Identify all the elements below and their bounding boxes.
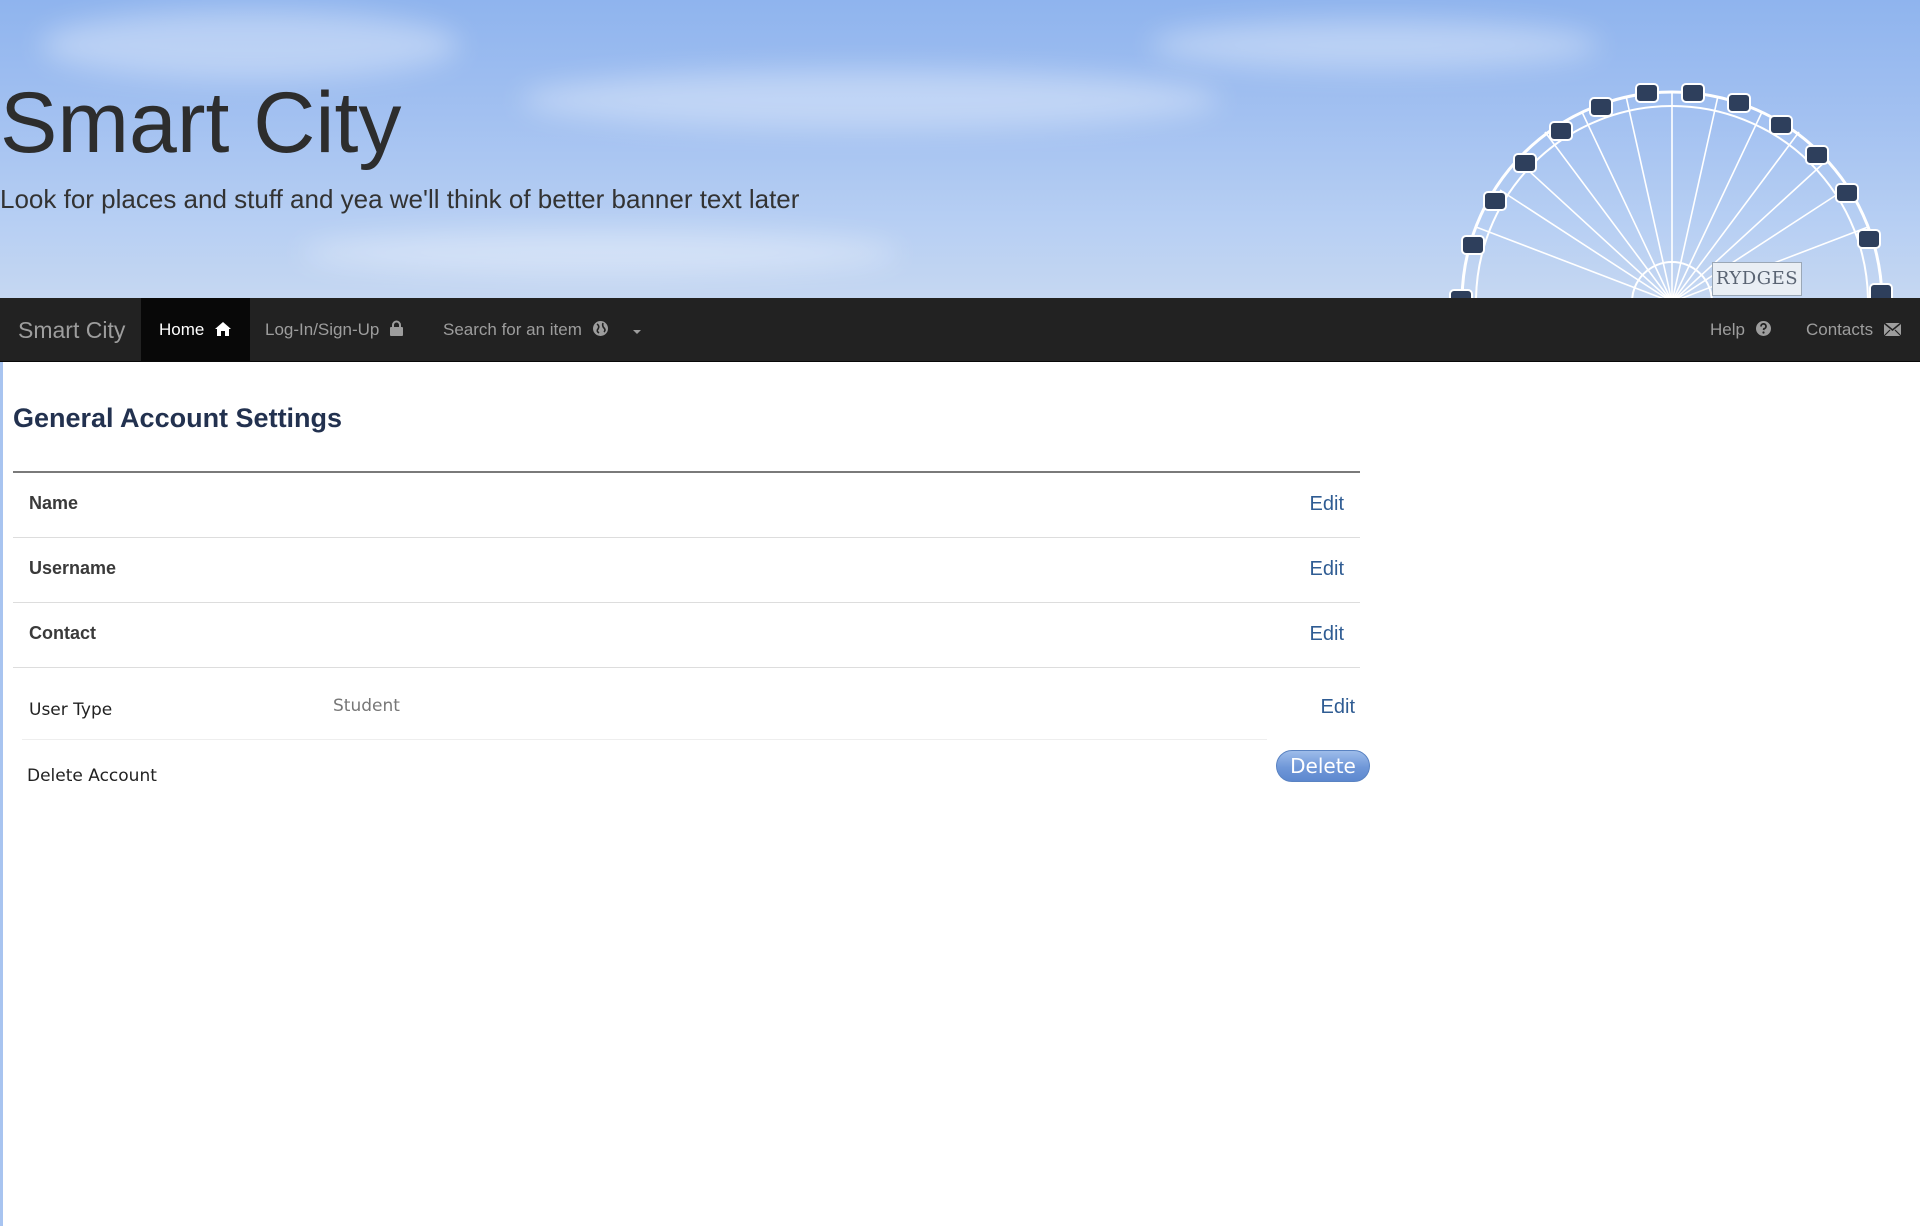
row-label: User Type (29, 700, 113, 720)
settings-row-delete-account: Delete Account (22, 740, 1267, 800)
nav-item-label: Log-In/Sign-Up (265, 320, 380, 339)
settings-row-contact: Contact Edit (13, 603, 1360, 668)
home-icon (215, 322, 232, 336)
nav-item-search-dropdown[interactable]: Search for an item (425, 298, 661, 362)
nav-item-label: Contacts (1806, 320, 1874, 339)
settings-title: General Account Settings (13, 403, 343, 433)
question-circle-icon (1755, 321, 1771, 336)
hero-banner: Smart City Look for places and stuff and… (0, 0, 1920, 298)
row-label: Username (29, 558, 117, 578)
nav-item-help[interactable]: Help (1692, 298, 1790, 362)
delete-account-button[interactable]: Delete (1276, 750, 1370, 782)
nav-item-home[interactable]: Home (141, 298, 251, 362)
nav-item-contacts[interactable]: Contacts (1788, 298, 1920, 362)
settings-row-name: Name Edit (13, 473, 1360, 538)
row-label: Name (29, 493, 79, 513)
nav-item-login-signup[interactable]: Log-In/Sign-Up (247, 298, 422, 362)
edit-user-type-link[interactable]: Edit (1321, 696, 1355, 719)
edit-username-link[interactable]: Edit (1310, 558, 1344, 581)
cloud (1150, 20, 1600, 70)
row-value: Student (333, 696, 400, 716)
envelope-icon (1883, 322, 1902, 337)
globe-icon (592, 321, 608, 336)
nav-item-label: Home (159, 320, 205, 339)
edit-name-link[interactable]: Edit (1310, 493, 1344, 516)
lock-icon (390, 320, 404, 336)
left-accent-border (0, 362, 3, 1226)
cloud (40, 10, 460, 80)
caret-down-icon (633, 330, 642, 334)
settings-row-username: Username Edit (13, 538, 1360, 603)
settings-row-user-type: User Type Student Edit (22, 668, 1355, 740)
banner-subtitle: Look for places and stuff and yea we'll … (0, 184, 800, 214)
row-label: Delete Account (27, 766, 157, 786)
rydges-sign: RYDGES (1712, 262, 1802, 296)
nav-item-label: Search for an item (443, 320, 582, 339)
ferris-wheel-image (1449, 83, 1893, 298)
cloud (300, 230, 900, 275)
navbar-brand[interactable]: Smart City (18, 298, 125, 362)
top-navbar: Smart City Home Log-In/Sign-Up Search fo… (0, 298, 1920, 362)
banner-title: Smart City (0, 75, 402, 171)
edit-contact-link[interactable]: Edit (1310, 623, 1344, 646)
nav-item-label: Help (1710, 320, 1745, 339)
cloud (520, 70, 1220, 130)
row-label: Contact (29, 623, 96, 643)
